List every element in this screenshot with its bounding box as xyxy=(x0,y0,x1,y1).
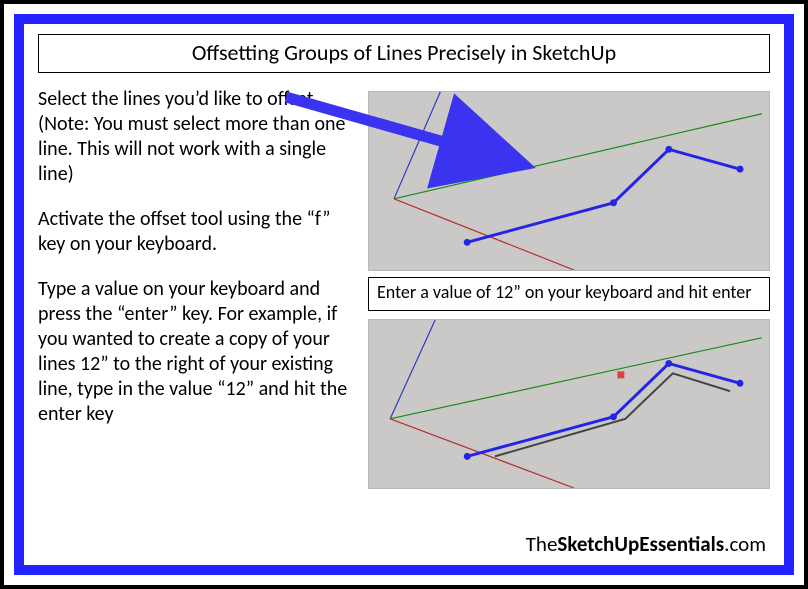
content-row: Select the lines you’d like to offset. (… xyxy=(38,87,770,489)
axis-blue xyxy=(390,320,440,419)
offset-marker-icon xyxy=(617,371,624,378)
endpoint-icon xyxy=(737,166,744,173)
instructions-column: Select the lines you’d like to offset. (… xyxy=(38,87,358,489)
endpoint-icon xyxy=(737,379,744,386)
instruction-select-lines: Select the lines you’d like to offset. (… xyxy=(38,87,358,187)
sketchup-viewport-after xyxy=(368,319,770,489)
sketchup-viewport-before xyxy=(368,91,770,271)
endpoint-icon xyxy=(610,413,617,420)
screenshots-column: Enter a value of 12” on your keyboard an… xyxy=(368,87,770,489)
axis-green xyxy=(394,114,762,199)
footer-brand-1: SketchUp xyxy=(557,531,639,557)
outer-black-frame: Offsetting Groups of Lines Precisely in … xyxy=(0,0,808,589)
endpoint-icon xyxy=(464,453,471,460)
endpoint-icon xyxy=(464,239,471,246)
page-title-box: Offsetting Groups of Lines Precisely in … xyxy=(38,34,770,73)
endpoint-icon xyxy=(665,146,672,153)
instruction-activate-offset: Activate the offset tool using the “f” k… xyxy=(38,207,358,257)
axis-green xyxy=(390,337,762,418)
inner-blue-frame: Offsetting Groups of Lines Precisely in … xyxy=(14,14,794,575)
footer-post: .com xyxy=(724,531,766,557)
footer-pre: The xyxy=(526,531,558,557)
caption-box: Enter a value of 12” on your keyboard an… xyxy=(368,277,770,311)
viewport-before-drawing xyxy=(369,92,769,270)
selected-polyline xyxy=(467,149,740,242)
instruction-type-value: Type a value on your keyboard and press … xyxy=(38,277,358,427)
endpoint-icon xyxy=(665,360,672,367)
footer-credit: TheSketchUpEssentials.com xyxy=(526,531,766,557)
caption-text: Enter a value of 12” on your keyboard an… xyxy=(377,281,751,303)
page-title: Offsetting Groups of Lines Precisely in … xyxy=(192,39,616,66)
selected-polyline xyxy=(467,363,740,456)
endpoint-icon xyxy=(610,199,617,206)
axis-blue xyxy=(394,92,445,199)
footer-brand-2: Essentials xyxy=(639,531,724,557)
viewport-after-drawing xyxy=(369,320,769,488)
axis-red xyxy=(394,199,574,270)
